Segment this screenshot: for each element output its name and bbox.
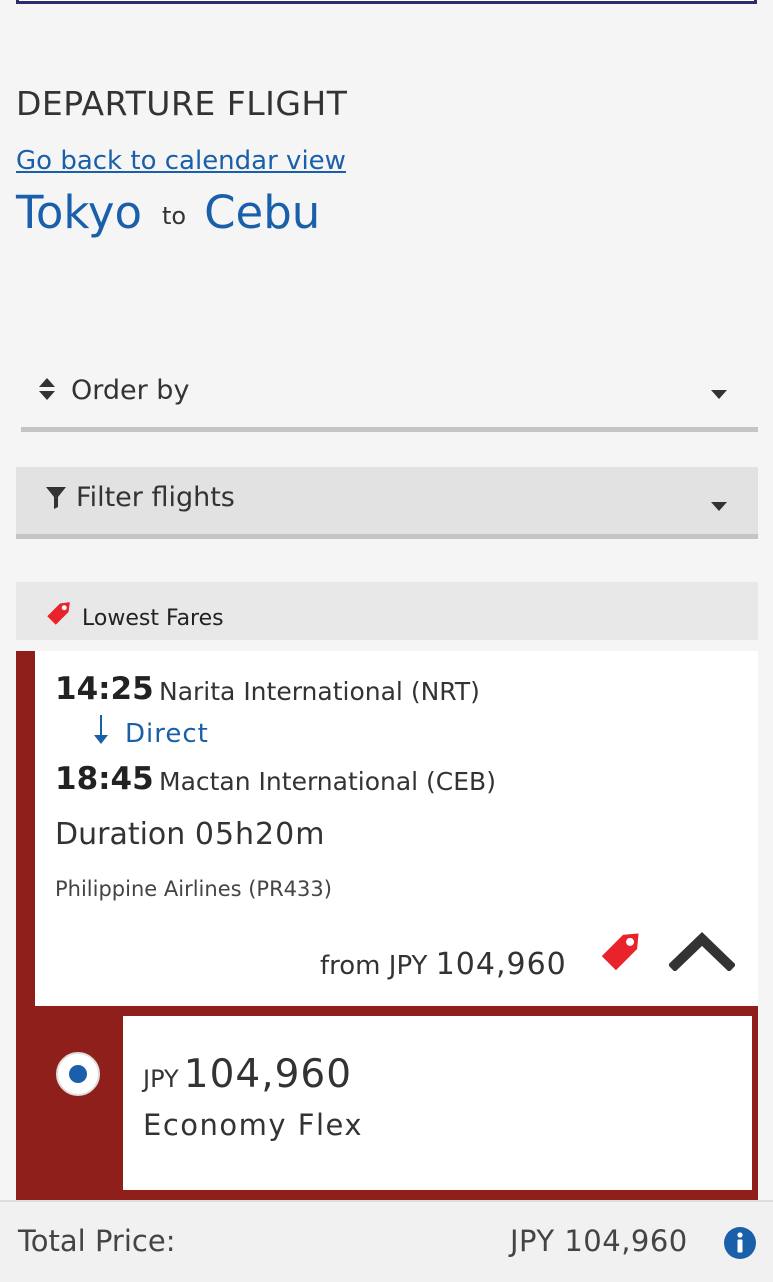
duration-value: 05h20m — [194, 817, 326, 852]
lowest-fares-label: Lowest Fares — [82, 606, 224, 631]
price-tag-icon — [597, 923, 649, 980]
stop-type: Direct — [125, 719, 209, 749]
filter-flights-label: Filter flights — [76, 482, 235, 513]
chevron-up-icon[interactable] — [667, 931, 737, 976]
destination-city: Cebu — [204, 186, 321, 239]
route-to-word: to — [162, 202, 187, 230]
from-price-label: from JPY — [320, 951, 428, 981]
arrival-airport: Mactan International (CEB) — [159, 767, 496, 796]
previous-panel-edge — [16, 0, 757, 4]
filter-flights-dropdown[interactable]: Filter flights — [16, 467, 758, 539]
arrival-time: 18:45 — [55, 761, 154, 797]
section-title: DEPARTURE FLIGHT — [16, 84, 348, 123]
total-price-bar: Total Price: JPY 104,960 — [0, 1200, 773, 1282]
order-by-label: Order by — [71, 375, 190, 406]
departure-time: 14:25 — [55, 671, 154, 707]
route-heading: Tokyo to Cebu — [16, 186, 320, 239]
duration-label: Duration — [55, 817, 186, 852]
price-tag-icon — [44, 596, 76, 633]
lowest-fares-banner: Lowest Fares — [16, 582, 758, 640]
fare-price: JPY 104,960 — [143, 1052, 352, 1097]
arrow-down-icon — [91, 715, 111, 750]
total-price-value: JPY 104,960 — [510, 1224, 688, 1258]
airline-flight-number: Philippine Airlines (PR433) — [55, 877, 332, 901]
radio-dot — [69, 1065, 87, 1083]
from-price: from JPY 104,960 — [320, 947, 567, 982]
fare-amount: 104,960 — [183, 1052, 353, 1097]
info-icon[interactable] — [723, 1226, 757, 1265]
departure-airport: Narita International (NRT) — [159, 677, 480, 706]
total-price-label: Total Price: — [18, 1224, 176, 1258]
chevron-down-icon — [711, 502, 727, 511]
fare-radio-selected[interactable] — [56, 1052, 100, 1096]
back-to-calendar-link[interactable]: Go back to calendar view — [16, 146, 346, 176]
fare-currency: JPY — [143, 1065, 179, 1093]
flight-card: 14:25 Narita International (NRT) Direct … — [16, 651, 758, 1201]
fare-name: Economy Flex — [143, 1108, 363, 1142]
fare-option-economy-flex[interactable]: JPY 104,960 Economy Flex — [120, 1013, 755, 1193]
chevron-down-icon — [711, 390, 727, 399]
from-price-amount: 104,960 — [435, 947, 567, 982]
filter-icon — [46, 487, 66, 514]
order-by-dropdown[interactable]: Order by — [21, 360, 758, 432]
sort-icon — [39, 378, 55, 400]
flight-info[interactable]: 14:25 Narita International (NRT) Direct … — [35, 651, 758, 1006]
duration: Duration 05h20m — [55, 817, 325, 852]
origin-city: Tokyo — [16, 186, 142, 239]
